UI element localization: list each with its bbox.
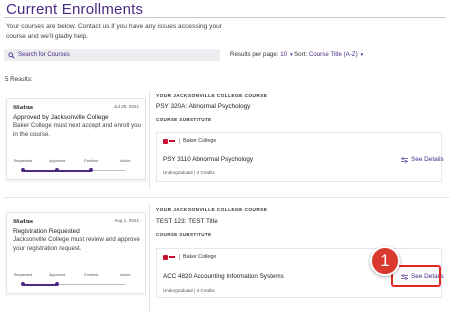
search-icon bbox=[8, 51, 15, 59]
progress-dot bbox=[89, 168, 94, 172]
status-card: Status Aug 1, 2021 Registration Requeste… bbox=[6, 212, 146, 294]
progress-segment bbox=[91, 170, 126, 171]
course-meta: Undergraduate | 3 Credits bbox=[163, 288, 215, 293]
progress-step-label: Requested bbox=[13, 273, 33, 277]
sort-label: Sort: bbox=[294, 51, 308, 58]
per-page-value: 10 bbox=[280, 51, 288, 58]
progress-step-label: Requested bbox=[13, 159, 33, 163]
title-divider bbox=[4, 17, 446, 18]
progress-segment bbox=[57, 170, 92, 172]
search-input[interactable]: Search for Courses bbox=[4, 49, 220, 61]
status-date: Jul 29, 2021 bbox=[113, 104, 139, 109]
progress-segment bbox=[91, 284, 126, 285]
progress-step-label: Approved bbox=[48, 273, 66, 277]
home-course-heading: YOUR JACKSONVILLE COLLEGE COURSE bbox=[156, 208, 268, 213]
status-label: Status bbox=[13, 219, 34, 225]
status-description: Jacksonville College must review and app… bbox=[13, 236, 140, 252]
sliders-icon bbox=[401, 156, 408, 163]
baker-college-logo bbox=[163, 254, 176, 260]
substitute-course-title: ACC 4820 Accounting Information Systems bbox=[163, 273, 284, 280]
home-course-title: TEST 123: TEST Title bbox=[156, 218, 218, 225]
substitute-heading: COURSE SUBSTITUTE bbox=[156, 117, 212, 122]
chevron-down-icon: ▼ bbox=[289, 52, 294, 57]
institution-row: Baker College bbox=[163, 138, 216, 144]
search-placeholder: Search for Courses bbox=[18, 52, 70, 58]
status-title: Registration Requested bbox=[13, 228, 80, 235]
sort-value: Course Title (A-Z) bbox=[308, 51, 358, 58]
progress-segment bbox=[23, 170, 58, 172]
callout-highlight-box bbox=[391, 265, 441, 287]
institution-row: Baker College bbox=[163, 254, 216, 260]
home-course-heading: YOUR JACKSONVILLE COLLEGE COURSE bbox=[156, 94, 268, 99]
progress-tracker: Requested Approved Enrolled Active bbox=[14, 159, 130, 179]
status-label: Status bbox=[13, 105, 34, 111]
institution-name: Baker College bbox=[183, 138, 217, 144]
status-date: Aug 1, 2021 bbox=[114, 218, 139, 223]
see-details-label: See Details bbox=[411, 156, 444, 163]
home-course-title: PSY 320A: Abnormal Psychology bbox=[156, 103, 251, 110]
progress-segment bbox=[23, 284, 58, 286]
progress-step-label: Active bbox=[120, 273, 131, 277]
sort-control[interactable]: Sort: Course Title (A-Z) ▼ bbox=[294, 51, 364, 58]
institution-name: Baker College bbox=[183, 254, 217, 260]
page-title: Current Enrollments bbox=[6, 1, 144, 18]
status-card: Status Jul 29, 2021 Approved by Jacksonv… bbox=[6, 98, 146, 180]
progress-step-label: Enrolled bbox=[84, 159, 99, 163]
page-intro: Your courses are below. Contact us if yo… bbox=[6, 23, 223, 40]
per-page-label: Results per page: bbox=[230, 51, 279, 58]
progress-dot bbox=[21, 282, 25, 286]
substitute-heading: COURSE SUBSTITUTE bbox=[156, 232, 212, 237]
substitute-course-box: Baker College PSY 3110 Abnormal Psycholo… bbox=[156, 132, 444, 182]
per-page-control[interactable]: Results per page: 10 ▼ bbox=[230, 51, 294, 58]
see-details-button[interactable]: See Details bbox=[401, 156, 444, 163]
callout-number-badge: 1 bbox=[370, 246, 400, 276]
chevron-down-icon: ▼ bbox=[359, 52, 365, 57]
results-count: 5 Results: bbox=[5, 76, 33, 83]
divider bbox=[179, 254, 180, 260]
progress-step-label: Enrolled bbox=[84, 273, 99, 277]
course-card: YOUR JACKSONVILLE COLLEGE COURSE PSY 320… bbox=[149, 90, 446, 190]
progress-tracker: Requested Approved Enrolled Active bbox=[14, 273, 130, 293]
divider bbox=[179, 138, 180, 144]
baker-college-logo bbox=[163, 138, 176, 144]
status-description: Baker College must next accept and enrol… bbox=[13, 122, 141, 138]
row-divider bbox=[4, 197, 450, 198]
progress-step-label: Approved bbox=[48, 159, 66, 163]
progress-dot bbox=[55, 282, 60, 286]
course-card: YOUR JACKSONVILLE COLLEGE COURSE TEST 12… bbox=[149, 204, 446, 312]
course-meta: Undergraduate | 3 Credits bbox=[163, 170, 215, 175]
progress-segment bbox=[57, 284, 92, 285]
progress-step-label: Active bbox=[120, 159, 131, 163]
status-title: Approved by Jacksonville College bbox=[13, 114, 109, 121]
substitute-course-title: PSY 3110 Abnormal Psychology bbox=[163, 156, 254, 163]
progress-dot bbox=[21, 168, 25, 172]
